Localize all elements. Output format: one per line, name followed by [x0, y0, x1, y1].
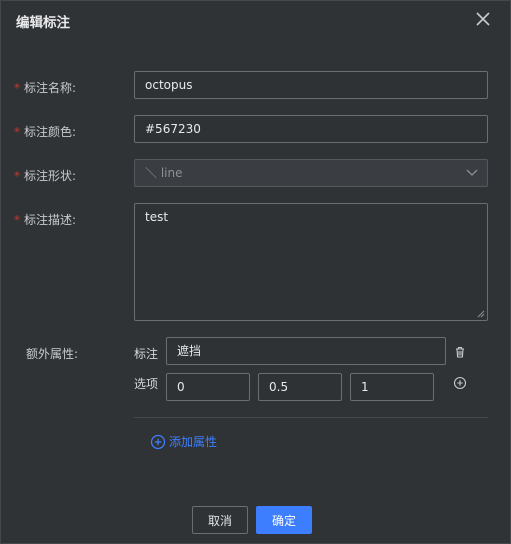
- name-label: * 标注名称:: [14, 79, 76, 96]
- close-icon[interactable]: [474, 10, 492, 28]
- name-input-value: octopus: [145, 78, 193, 92]
- option-value-2: 0.5: [269, 380, 289, 394]
- resize-handle-icon[interactable]: [477, 310, 485, 318]
- required-mark: *: [14, 125, 20, 139]
- add-circle-icon: [150, 434, 166, 449]
- edit-annotation-dialog: 编辑标注 * 标注名称: octopus * 标注颜色: #567230 * 标注形状…: [0, 0, 511, 544]
- color-input-value: #567230: [145, 122, 201, 136]
- required-mark: *: [14, 81, 20, 95]
- tag-input[interactable]: 遮挡: [166, 337, 446, 365]
- color-input[interactable]: #567230: [134, 115, 488, 143]
- shape-select-value: ＼ line: [145, 166, 183, 180]
- add-attribute-button[interactable]: 添加属性: [150, 433, 217, 450]
- tag-input-value: 遮挡: [177, 344, 202, 358]
- name-input[interactable]: octopus: [134, 71, 488, 99]
- description-label: * 标注描述:: [14, 211, 76, 228]
- dialog-title: 编辑标注: [16, 15, 70, 31]
- shape-select[interactable]: ＼ line: [134, 159, 488, 187]
- description-label-text: 标注描述:: [24, 213, 77, 227]
- add-attribute-label: 添加属性: [169, 435, 218, 449]
- option-value-3: 1: [361, 380, 369, 394]
- shape-label: * 标注形状:: [14, 167, 76, 184]
- confirm-button[interactable]: 确定: [256, 506, 312, 534]
- options-label: 选项: [134, 377, 159, 391]
- cancel-button[interactable]: 取消: [192, 506, 248, 534]
- option-input-1[interactable]: 0: [166, 373, 250, 401]
- name-label-text: 标注名称:: [24, 81, 77, 95]
- add-option-icon[interactable]: [453, 376, 467, 390]
- description-value: test: [145, 210, 169, 224]
- required-mark: *: [14, 169, 20, 183]
- shape-label-text: 标注形状:: [24, 169, 77, 183]
- option-value-1: 0: [177, 380, 185, 394]
- option-input-2[interactable]: 0.5: [258, 373, 342, 401]
- option-input-3[interactable]: 1: [350, 373, 434, 401]
- trash-icon[interactable]: [453, 345, 467, 359]
- color-label-text: 标注颜色:: [24, 125, 77, 139]
- chevron-down-icon: [466, 169, 478, 176]
- tag-label: 标注: [134, 347, 159, 361]
- description-textarea[interactable]: test: [134, 203, 488, 321]
- color-label: * 标注颜色:: [14, 123, 76, 140]
- required-mark: *: [14, 213, 20, 227]
- divider: [134, 417, 488, 418]
- extra-attributes-label: 额外属性:: [26, 347, 79, 361]
